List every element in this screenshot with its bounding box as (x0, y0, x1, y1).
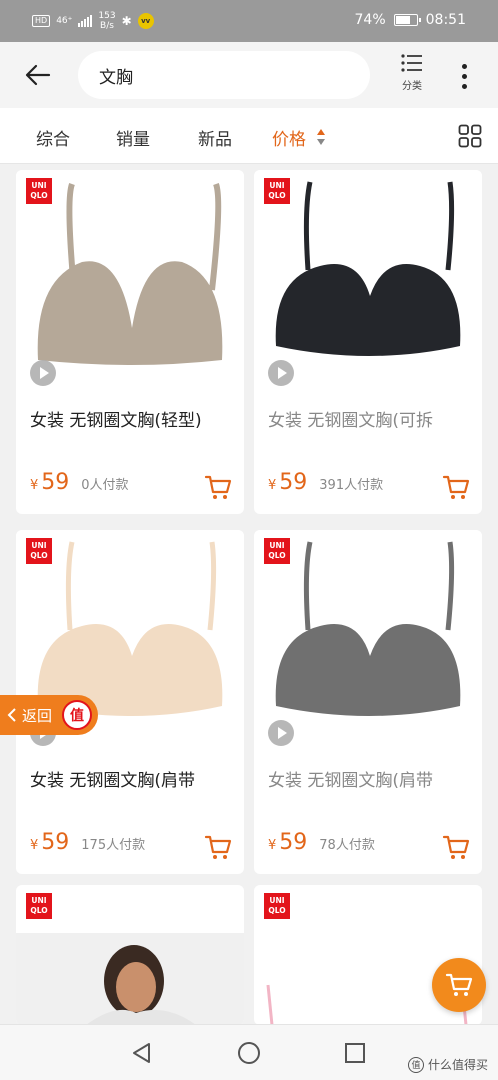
add-to-cart-button[interactable] (442, 473, 470, 501)
watermark-logo: 值 (407, 1056, 424, 1073)
product-title[interactable]: 女装 无钢圈文胸(肩带 (30, 766, 236, 791)
search-box[interactable] (78, 51, 370, 99)
sold-count: 78人付款 (319, 838, 375, 853)
return-button[interactable]: 返回 值 (0, 695, 98, 735)
more-vertical-icon (461, 63, 467, 69)
zhi-badge-icon: 值 (62, 700, 92, 730)
product-title[interactable]: 女装 无钢圈文胸(轻型) (30, 406, 236, 431)
list-icon (401, 54, 422, 72)
price-row: ¥59 391人付款 (268, 470, 383, 495)
search-input[interactable] (78, 51, 370, 99)
battery-percent: 74% (354, 12, 386, 28)
cart-icon (204, 835, 232, 859)
product-price: 59 (41, 470, 70, 495)
sort-tab-comprehensive[interactable]: 综合 (36, 125, 70, 150)
watermark-text: 什么值得买 (427, 1058, 488, 1072)
battery-icon (393, 14, 421, 26)
price-row: ¥59 78人付款 (268, 830, 375, 855)
uniqlo-logo: UNI QLO (264, 538, 290, 564)
sold-count: 391人付款 (319, 478, 384, 493)
add-to-cart-button[interactable] (442, 833, 470, 861)
video-play-icon[interactable] (268, 360, 294, 386)
sort-tab-sales[interactable]: 销量 (116, 125, 150, 150)
price-row: ¥59 0人付款 (30, 470, 129, 495)
currency-symbol: ¥ (268, 838, 277, 853)
product-image[interactable]: UNI QLO (16, 170, 244, 392)
sort-tab-price[interactable]: 价格 (272, 125, 306, 150)
status-bar: HD 46⁺ 153 B/s ✱ vv 74% 08:51 (0, 0, 498, 42)
category-label: 分类 (402, 81, 422, 92)
signal-icon (78, 15, 93, 27)
video-play-icon[interactable] (268, 720, 294, 746)
sort-bar: 综合 销量 新品 价格 (0, 108, 498, 164)
cart-icon (445, 973, 473, 996)
vv-icon: vv (137, 13, 154, 29)
return-label: 返回 (22, 706, 53, 725)
add-to-cart-button[interactable] (204, 833, 232, 861)
add-to-cart-button[interactable] (204, 473, 232, 501)
uniqlo-logo: UNI QLO (264, 178, 290, 204)
chevron-left-icon (7, 708, 16, 722)
bluetooth-icon: ✱ (121, 14, 132, 28)
model-photo (16, 933, 244, 1025)
nav-recents-icon[interactable] (343, 1041, 367, 1065)
currency-symbol: ¥ (30, 838, 39, 853)
product-title[interactable]: 女装 无钢圈文胸(可拆 (268, 406, 474, 431)
product-card-partial[interactable]: UNI QLO (16, 885, 244, 1025)
sold-count: 0人付款 (81, 478, 129, 493)
sold-count: 175人付款 (81, 838, 146, 853)
product-price: 59 (279, 830, 308, 855)
network-speed: 153 B/s (98, 11, 116, 31)
product-image[interactable]: UNI QLO (254, 530, 482, 752)
video-play-icon[interactable] (30, 360, 56, 386)
system-nav-bar: 值 什么值得买 (0, 1024, 498, 1080)
nav-back-icon[interactable] (130, 1041, 154, 1065)
search-header: 分类 (0, 42, 498, 108)
product-price: 59 (279, 470, 308, 495)
cart-icon (442, 835, 470, 859)
clock: 08:51 (425, 12, 466, 28)
uniqlo-logo: UNI QLO (26, 893, 52, 919)
more-menu-button[interactable] (452, 60, 476, 92)
back-arrow-icon (25, 64, 51, 86)
uniqlo-logo: UNI QLO (26, 538, 52, 564)
grid-view-icon[interactable] (458, 124, 482, 148)
cart-icon (204, 475, 232, 499)
category-button[interactable]: 分类 (394, 54, 430, 98)
currency-symbol: ¥ (30, 478, 39, 493)
back-button[interactable] (20, 59, 56, 91)
battery-fill (395, 16, 410, 24)
product-image[interactable]: UNI QLO (254, 170, 482, 392)
product-card[interactable]: UNI QLO 女装 无钢圈文胸(肩带 ¥59 78人付款 (254, 530, 482, 874)
nav-home-icon[interactable] (237, 1041, 261, 1065)
currency-symbol: ¥ (268, 478, 277, 493)
product-price: 59 (41, 830, 70, 855)
floating-cart-button[interactable] (432, 958, 486, 1012)
sort-arrows-icon (317, 129, 325, 145)
cart-icon (442, 475, 470, 499)
uniqlo-logo: UNI QLO (26, 178, 52, 204)
hd-icon: HD (32, 15, 51, 27)
watermark: 值 什么值得买 (407, 1056, 488, 1073)
price-row: ¥59 175人付款 (30, 830, 145, 855)
product-card[interactable]: UNI QLO 女装 无钢圈文胸(可拆 ¥59 391人付款 (254, 170, 482, 514)
product-title[interactable]: 女装 无钢圈文胸(肩带 (268, 766, 474, 791)
sort-tab-new[interactable]: 新品 (198, 125, 232, 150)
product-card[interactable]: UNI QLO 女装 无钢圈文胸(轻型) ¥59 0人付款 (16, 170, 244, 514)
uniqlo-logo: UNI QLO (264, 893, 290, 919)
signal-type-label: 46⁺ (56, 15, 73, 26)
